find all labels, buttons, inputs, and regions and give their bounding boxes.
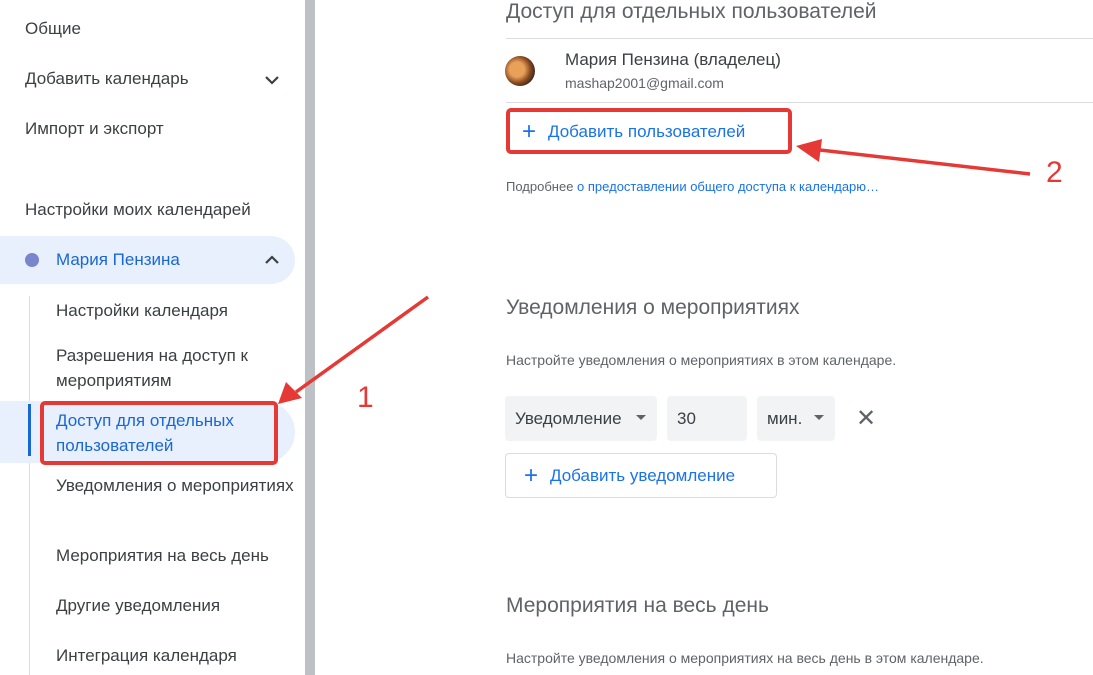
event-notifications-description: Настройте уведомления о мероприятиях в э… [506, 352, 897, 368]
chevron-up-icon[interactable] [262, 250, 282, 270]
tree-line [29, 296, 30, 675]
annotation-arrow-1 [294, 295, 430, 394]
sidebar-item-event-permissions[interactable]: Разрешения на доступ к мероприятиям [56, 343, 296, 393]
notification-unit-select[interactable]: мин. [757, 396, 835, 441]
add-notification-button[interactable]: + Добавить уведомление [505, 453, 777, 498]
add-notification-label: Добавить уведомление [550, 465, 736, 485]
sidebar-item-other-notifications[interactable]: Другие уведомления [56, 593, 296, 618]
sidebar-calendar-maria[interactable]: Мария Пензина [0, 236, 295, 284]
settings-sidebar: Общие Добавить календарь Импорт и экспор… [0, 0, 305, 675]
chevron-down-icon[interactable] [262, 70, 282, 90]
avatar [505, 56, 535, 86]
annotation-box-2 [506, 108, 792, 154]
sidebar-scrollbar[interactable] [305, 0, 315, 675]
annotation-number-1: 1 [357, 381, 374, 414]
all-day-events-description: Настройте уведомления о мероприятиях на … [506, 650, 984, 666]
my-calendars-header: Настройки моих календарей [25, 200, 251, 219]
close-icon[interactable]: ✕ [854, 407, 878, 431]
sidebar-item-add-calendar[interactable]: Добавить календарь [25, 69, 189, 89]
owner-name: Мария Пензина (владелец) [565, 50, 781, 69]
all-day-events-title: Мероприятия на весь день [506, 594, 769, 617]
sidebar-item-general[interactable]: Общие [25, 19, 81, 39]
sidebar-item-event-notifications[interactable]: Уведомления о мероприятиях [56, 473, 296, 498]
more-info-text: Подробнее о предоставлении общего доступ… [506, 179, 879, 194]
notification-unit-value: мин. [767, 408, 803, 428]
notification-type-select[interactable]: Уведомление [505, 396, 657, 441]
annotation-box-1 [40, 401, 278, 465]
sharing-section-title: Доступ для отдельных пользователей [506, 0, 877, 23]
notification-amount-value: 30 [677, 408, 696, 428]
sidebar-item-all-day-events[interactable]: Мероприятия на весь день [56, 543, 296, 568]
more-info-link[interactable]: о предоставлении общего доступа к календ… [577, 179, 879, 194]
calendar-name: Мария Пензина [56, 250, 180, 269]
active-item-marker [28, 404, 31, 456]
notification-amount-input[interactable]: 30 [667, 396, 747, 441]
more-info-prefix: Подробнее [506, 179, 574, 194]
sidebar-item-calendar-settings[interactable]: Настройки календаря [56, 298, 296, 323]
annotation-arrowhead-2 [796, 139, 822, 162]
event-notifications-title: Уведомления о мероприятиях [506, 296, 800, 319]
calendar-color-dot [25, 253, 39, 267]
plus-icon: + [524, 461, 539, 489]
notification-type-value: Уведомление [515, 408, 622, 428]
annotation-number-2: 2 [1046, 156, 1063, 189]
annotation-arrow-2 [819, 148, 1031, 176]
sidebar-item-import-export[interactable]: Импорт и экспорт [25, 119, 164, 139]
divider [506, 38, 1093, 39]
sidebar-item-integrate-calendar[interactable]: Интеграция календаря [56, 643, 296, 668]
caret-down-icon [814, 415, 824, 420]
divider [506, 102, 1093, 103]
owner-email: mashap2001@gmail.com [565, 75, 724, 91]
caret-down-icon [636, 415, 646, 420]
